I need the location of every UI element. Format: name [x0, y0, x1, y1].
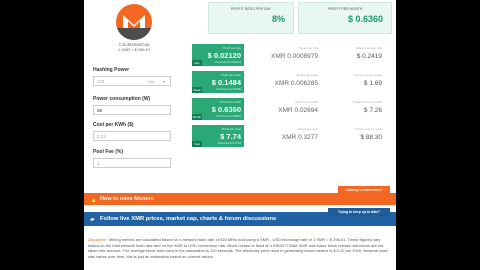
price-caption: CoinMarketCap 1 XMR = $ 296.01 [98, 42, 170, 52]
chevron-down-icon: ▾ [163, 79, 166, 84]
follow-prices-link[interactable]: Follow live XMR prices, market cap, char… [100, 216, 276, 222]
profit-day-card: Profit per day $ 0.02120 Pool Fee $ 0.00… [192, 44, 244, 66]
profit-year-card: Profit per year $ 7.74 Pool Fee $ 0.0781… [192, 125, 244, 147]
disclaimer: Disclaimer: Mining metrics are calculate… [88, 237, 392, 259]
profit-month-row-card: Profit per month $ 0.6360 Pool Fee $ 0.0… [192, 98, 244, 120]
mined-year-cell: Mined per year XMR 0.3277 [248, 125, 320, 147]
period-tag: Year [192, 141, 202, 147]
cost-per-kwh-input[interactable]: 0.12 [93, 131, 171, 141]
period-tag: Month [192, 114, 202, 120]
profit-month-card: PROFIT PER MONTH $ 0.6360 [298, 2, 392, 34]
pool-fee-note: Pool Fee $ 0.00642 [216, 114, 241, 118]
how-to-mine-banner[interactable]: 🔥 How to mine Monero [84, 193, 396, 205]
profit-value: $ 0.02120 [207, 51, 241, 60]
profit-label: Profit per week [220, 73, 241, 77]
mined-value: XMR 0.006285 [274, 80, 318, 87]
calculator-page: CoinMarketCap 1 XMR = $ 296.01 PROFIT RA… [84, 0, 396, 270]
period-tag: Week [192, 87, 202, 93]
mined-label: Mined per month [295, 100, 318, 104]
profit-value: $ 0.6360 [211, 105, 241, 114]
learn-more-button[interactable]: Looking to learn more? [338, 186, 390, 194]
period-tag: Day [192, 60, 202, 66]
keep-up-to-date-button[interactable]: Trying to keep up to date? [328, 208, 390, 216]
monero-m-icon [116, 15, 152, 40]
mined-label: Mined per year [297, 127, 318, 131]
mined-month-cell: Mined per month XMR 0.02694 [248, 98, 320, 120]
mined-value: XMR 0.0008979 [271, 53, 318, 60]
power-cost-label: Power cost per week [354, 73, 382, 77]
mined-label: Mined per day [298, 46, 318, 50]
profit-ratio-value: 8% [271, 14, 285, 24]
profit-value: $ 0.1484 [211, 78, 241, 87]
fire-icon: 🔥 [90, 197, 98, 203]
profit-label: Profit per year [222, 127, 241, 131]
power-cost-year-cell: Power cost per year $ 88.30 [324, 125, 382, 147]
power-cost-month-cell: Power cost per month $ 7.26 [324, 98, 382, 120]
power-cost-week-cell: Power cost per week $ 1.69 [324, 71, 382, 93]
power-cost-value: $ 88.30 [360, 134, 382, 141]
cost-per-kwh-label: Cost per KWh ($) [93, 122, 134, 128]
power-cost-label: Power cost per month [352, 100, 382, 104]
profit-label: Profit per day [223, 46, 241, 50]
mined-label: Mined per week [296, 73, 318, 77]
mined-value: XMR 0.02694 [278, 107, 318, 114]
power-cost-value: $ 7.26 [363, 107, 382, 114]
power-consumption-label: Power consumption (W) [93, 96, 151, 102]
hashing-unit-select[interactable]: H/s [148, 79, 154, 84]
profit-ratio-card: PROFIT RATIO PER DAY 8% [208, 2, 294, 34]
power-cost-day-cell: Power cost per day $ 0.2419 [324, 44, 382, 66]
profit-month-label: PROFIT PER MONTH [327, 7, 363, 11]
profit-label: Profit per month [219, 100, 241, 104]
pool-fee-input[interactable]: 1 [93, 158, 171, 168]
profit-month-value: $ 0.6360 [347, 14, 383, 24]
pool-fee-label: Pool Fee (%) [93, 149, 124, 155]
profit-week-card: Profit per week $ 0.1484 Pool Fee $ 0.00… [192, 71, 244, 93]
pool-fee-note: Pool Fee $ 0.000214 [215, 60, 241, 64]
monero-logo [116, 4, 152, 40]
profit-ratio-label: PROFIT RATIO PER DAY [230, 7, 272, 11]
caption-price: 1 XMR = $ 296.01 [117, 47, 151, 52]
power-consumption-input[interactable]: 96 [93, 105, 171, 115]
power-cost-value: $ 0.2419 [356, 53, 382, 60]
pool-fee-note: Pool Fee $ 0.0781 [218, 141, 241, 145]
mined-day-cell: Mined per day XMR 0.0008979 [248, 44, 320, 66]
mined-value: XMR 0.3277 [281, 134, 318, 141]
disclaimer-heading: Disclaimer: [88, 237, 108, 242]
mined-week-cell: Mined per week XMR 0.006285 [248, 71, 320, 93]
disclaimer-text: Mining metrics are calculated based on a… [88, 237, 388, 259]
hashing-power-input[interactable]: 141 [93, 76, 171, 86]
power-cost-label: Power cost per day [356, 46, 382, 50]
chart-icon: ▰ [90, 217, 95, 223]
pool-fee-note: Pool Fee $ 0.00150 [216, 87, 241, 91]
profit-value: $ 7.74 [220, 132, 241, 141]
power-cost-label: Power cost per year [355, 127, 382, 131]
power-cost-value: $ 1.69 [363, 80, 382, 87]
hashing-power-label: Hashing Power [93, 67, 130, 73]
how-to-mine-link[interactable]: How to mine Monero [100, 196, 154, 202]
